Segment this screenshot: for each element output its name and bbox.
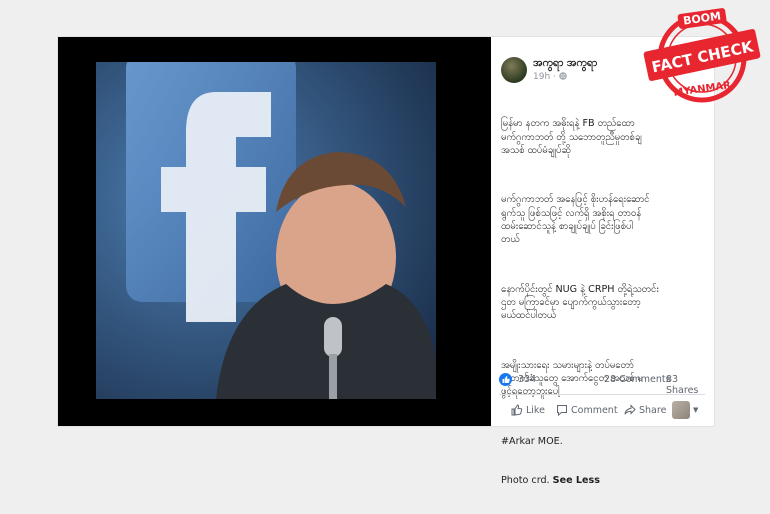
action-bar: Like Comment Share ▼: [491, 399, 714, 419]
text-line: နောက်ပိုင်းတွင် NUG နဲ့ CRPH တို့ရဲ့သတင်…: [501, 283, 659, 295]
reactions-bar: 334 28 Comments 83 Shares: [499, 372, 709, 396]
text-line: ထမ်းဆောင်သူနဲ့ စာချုပ်ချုပ် ခြင်းဖြစ်ပါ: [501, 220, 634, 232]
comment-button[interactable]: Comment: [556, 402, 618, 418]
zuckerberg-photo: [96, 62, 436, 399]
shares-count[interactable]: 83 Shares: [666, 374, 709, 396]
fact-check-stamp: BOOM FACT CHECK MYANMAR: [642, 6, 762, 106]
post-paragraph: မြန်မာ နတက အဓိုးရနဲ့ FB တည်ထော မက်ဂွကာဘတ…: [501, 117, 706, 157]
like-button[interactable]: Like: [511, 402, 545, 418]
thumbs-up-icon: [511, 404, 523, 416]
post-photo[interactable]: [96, 62, 436, 399]
text-line: မက်ဂွကာဘတ် တို့ သဘောတူညီမှုတစ်ချ: [501, 131, 642, 143]
text-line: အမျိုးသားရေး သမားများနဲ့ တပ်မတော်: [501, 359, 634, 371]
chevron-down-icon[interactable]: ▼: [693, 406, 698, 414]
share-button[interactable]: Share: [624, 402, 666, 418]
share-icon: [624, 404, 636, 415]
photo-credit-text: Photo crd.: [501, 475, 550, 487]
text-line: မယ်ထင်ပါတယ်: [501, 310, 557, 322]
author-name[interactable]: အကွရာ အကွရာ: [533, 57, 597, 72]
globe-icon: [559, 72, 567, 80]
post-meta: 19h ·: [533, 72, 567, 82]
photo-credit: Photo crd. See Less: [501, 474, 706, 487]
text-line: မြန်မာ နတက အဓိုးရနဲ့ FB တည်ထော: [501, 118, 635, 130]
see-less-link[interactable]: See Less: [553, 475, 600, 486]
stamp-top-text: BOOM: [682, 9, 721, 27]
share-label: Share: [639, 404, 667, 416]
comment-icon: [557, 405, 567, 416]
post-paragraph: နောက်ပိုင်းတွင် NUG နဲ့ CRPH တို့ရဲ့သတင်…: [501, 283, 706, 323]
post-time[interactable]: 19h: [533, 72, 550, 82]
post-text: မြန်မာ နတက အဓိုးရနဲ့ FB တည်ထော မက်ဂွကာဘတ…: [501, 91, 706, 514]
post-paragraph: မက်ဂွကာဘတ် အနေဖြင့် စိုးဟန်ရေးဆောင် ရွက်…: [501, 193, 706, 246]
divider: [499, 394, 705, 395]
text-line: အသစ် ထပ်မံချုပ်ဆို: [501, 144, 571, 156]
text-line: ဌတ မကြာခင်မှာ ပျောက်ကွယ်သွားတော့: [501, 296, 641, 308]
viewer-avatar[interactable]: [672, 401, 690, 419]
like-reaction-icon[interactable]: [499, 373, 512, 386]
globe-icon: ·: [553, 72, 556, 82]
author-avatar[interactable]: [501, 57, 527, 83]
hashtag[interactable]: #Arkar MOE.: [501, 435, 706, 448]
text-line: မက်ဂွကာဘတ် အနေဖြင့် စိုးဟန်ရေးဆောင်: [501, 194, 650, 206]
facebook-post-screenshot: အကွရာ အကွရာ 19h · မြန်မာ နတက အဓိုးရနဲ့ F…: [58, 37, 714, 486]
text-line: ရွက်သူ ဖြစ်သဖြင့် လက်ရှိ အစိုးရ တာဝန်: [501, 207, 642, 219]
comments-count[interactable]: 28 Comments: [604, 374, 671, 385]
like-label: Like: [526, 404, 545, 416]
comment-label: Comment: [571, 404, 618, 416]
boom-fact-check-logo: BOOM FACT CHECK MYANMAR: [643, 8, 761, 103]
reaction-count[interactable]: 334: [518, 374, 536, 385]
text-line: တယ်: [501, 234, 520, 246]
photo-viewer: [58, 37, 491, 426]
